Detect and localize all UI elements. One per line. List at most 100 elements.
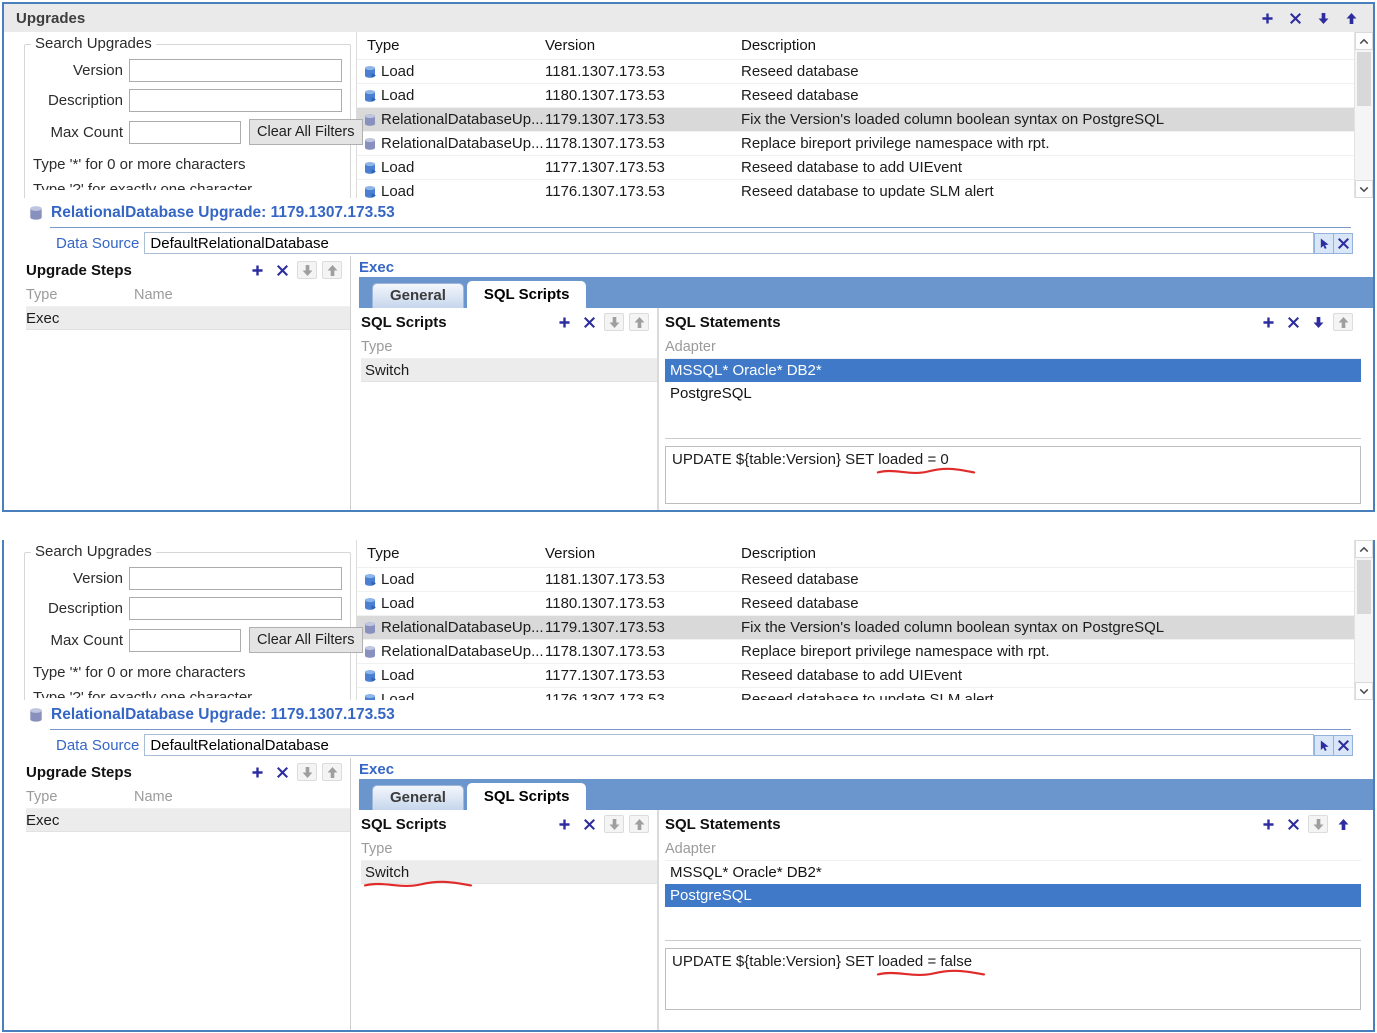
scripts-col-type: Type <box>361 339 392 355</box>
annotated-script-type: Switch <box>365 864 409 881</box>
sql-statements-panel: SQL Statements Adapter MSSQL* Oracle* DB… <box>659 308 1361 510</box>
upgrade-step-row[interactable]: Exec <box>26 809 350 832</box>
delete-icon[interactable] <box>1283 815 1303 833</box>
add-icon[interactable] <box>1258 313 1278 331</box>
red-squiggle-underline <box>876 467 976 476</box>
table-row[interactable]: Load 1177.1307.173.53 Reseed database to… <box>357 664 1354 688</box>
table-scrollbar[interactable] <box>1354 32 1373 198</box>
add-icon[interactable] <box>554 815 574 833</box>
col-header-type: Type <box>357 545 545 562</box>
data-source-label: Data Source <box>56 235 139 252</box>
description-input[interactable] <box>129 597 342 620</box>
delete-icon[interactable] <box>1283 313 1303 331</box>
red-squiggle-underline <box>363 880 473 889</box>
table-row[interactable]: Load 1181.1307.173.53 Reseed database <box>357 568 1354 592</box>
sql-script-row[interactable]: Switch <box>361 359 657 382</box>
delete-icon[interactable] <box>272 261 292 279</box>
scroll-up-icon[interactable] <box>1355 32 1373 50</box>
move-down-icon[interactable] <box>1313 9 1333 27</box>
adapter-list: MSSQL* Oracle* DB2* PostgreSQL <box>665 359 1361 439</box>
scroll-down-icon[interactable] <box>1355 180 1373 198</box>
max-count-label: Max Count <box>33 124 123 141</box>
steps-col-name: Name <box>134 789 350 805</box>
clear-all-filters-button[interactable]: Clear All Filters <box>249 627 363 653</box>
exec-step-label: Exec <box>359 256 1373 277</box>
heading-rule <box>50 227 1351 228</box>
table-row-selected[interactable]: RelationalDatabaseUp... 1179.1307.173.53… <box>357 108 1354 132</box>
adapter-row[interactable]: MSSQL* Oracle* DB2* <box>665 861 1361 884</box>
add-icon[interactable] <box>247 261 267 279</box>
statements-col-adapter: Adapter <box>665 339 716 355</box>
table-row[interactable]: Load 1177.1307.173.53 Reseed database to… <box>357 156 1354 180</box>
tab-sql-scripts[interactable]: SQL Scripts <box>467 281 587 308</box>
max-count-input[interactable] <box>129 121 241 144</box>
col-header-description: Description <box>741 37 1354 54</box>
move-up-icon[interactable] <box>1333 815 1353 833</box>
adapter-row-selected[interactable]: MSSQL* Oracle* DB2* <box>665 359 1361 382</box>
load-database-icon <box>363 597 377 611</box>
scroll-down-icon[interactable] <box>1355 682 1373 700</box>
move-up-icon <box>322 261 342 279</box>
table-scrollbar[interactable] <box>1354 540 1373 700</box>
search-panel: Search Upgrades Version Description Max … <box>4 32 356 198</box>
move-up-icon[interactable] <box>1341 9 1361 27</box>
tab-general[interactable]: General <box>372 283 464 308</box>
add-icon[interactable] <box>1257 9 1277 27</box>
table-row[interactable]: RelationalDatabaseUp... 1178.1307.173.53… <box>357 640 1354 664</box>
sql-statement-editor[interactable]: UPDATE ${table:Version} SET loaded = 0 <box>665 446 1361 504</box>
table-row[interactable]: Load 1180.1307.173.53 Reseed database <box>357 84 1354 108</box>
select-pointer-icon[interactable] <box>1314 233 1334 254</box>
move-up-icon <box>1333 313 1353 331</box>
sql-scripts-panel: SQL Scripts Type Switch <box>359 810 659 1030</box>
add-icon[interactable] <box>1258 815 1278 833</box>
data-source-input[interactable] <box>144 232 1314 254</box>
move-down-icon[interactable] <box>1308 313 1328 331</box>
window-title: Upgrades <box>16 10 85 27</box>
scroll-up-icon[interactable] <box>1355 540 1373 558</box>
detail-heading-text: RelationalDatabase Upgrade: 1179.1307.17… <box>51 706 395 724</box>
steps-col-type: Type <box>26 789 134 805</box>
delete-icon[interactable] <box>272 763 292 781</box>
clear-value-icon[interactable] <box>1333 735 1353 756</box>
select-pointer-icon[interactable] <box>1314 735 1334 756</box>
table-row-selected[interactable]: RelationalDatabaseUp... 1179.1307.173.53… <box>357 616 1354 640</box>
adapter-row-selected[interactable]: PostgreSQL <box>665 884 1361 907</box>
move-down-icon <box>1308 815 1328 833</box>
load-database-icon <box>363 693 377 701</box>
upgrade-step-row[interactable]: Exec <box>26 307 350 330</box>
tab-sql-scripts[interactable]: SQL Scripts <box>467 783 587 810</box>
search-hint-1: Type '*' for 0 or more characters <box>33 664 342 681</box>
clear-all-filters-button[interactable]: Clear All Filters <box>249 119 363 145</box>
sql-script-row[interactable]: Switch <box>361 861 657 884</box>
data-source-input[interactable] <box>144 734 1314 756</box>
version-input[interactable] <box>129 59 342 82</box>
max-count-input[interactable] <box>129 629 241 652</box>
upgrades-window-bottom: Search Upgrades Version Description Max … <box>2 540 1375 1032</box>
scrollbar-thumb[interactable] <box>1357 52 1371 106</box>
col-header-description: Description <box>741 545 1354 562</box>
table-row-clipped[interactable]: Load 1176.1307.173.53 Reseed database to… <box>357 180 1354 198</box>
table-row-clipped[interactable]: Load 1176.1307.173.53 Reseed database to… <box>357 688 1354 700</box>
tab-general[interactable]: General <box>372 785 464 810</box>
sql-statements-title: SQL Statements <box>665 314 781 331</box>
delete-icon[interactable] <box>1285 9 1305 27</box>
clear-value-icon[interactable] <box>1333 233 1353 254</box>
sql-statement-editor[interactable]: UPDATE ${table:Version} SET loaded = fal… <box>665 948 1361 1010</box>
statements-col-adapter: Adapter <box>665 841 716 857</box>
steps-col-name: Name <box>134 287 350 303</box>
add-icon[interactable] <box>554 313 574 331</box>
scrollbar-thumb[interactable] <box>1357 560 1371 614</box>
version-input[interactable] <box>129 567 342 590</box>
table-row[interactable]: Load 1181.1307.173.53 Reseed database <box>357 60 1354 84</box>
add-icon[interactable] <box>247 763 267 781</box>
sql-scripts-title: SQL Scripts <box>361 816 447 833</box>
delete-icon[interactable] <box>579 313 599 331</box>
delete-icon[interactable] <box>579 815 599 833</box>
table-row[interactable]: RelationalDatabaseUp... 1178.1307.173.53… <box>357 132 1354 156</box>
load-database-icon <box>363 185 377 199</box>
description-input[interactable] <box>129 89 342 112</box>
move-down-icon <box>297 261 317 279</box>
adapter-row[interactable]: PostgreSQL <box>665 382 1361 405</box>
upgrades-table-header: Type Version Description <box>357 32 1354 60</box>
table-row[interactable]: Load 1180.1307.173.53 Reseed database <box>357 592 1354 616</box>
